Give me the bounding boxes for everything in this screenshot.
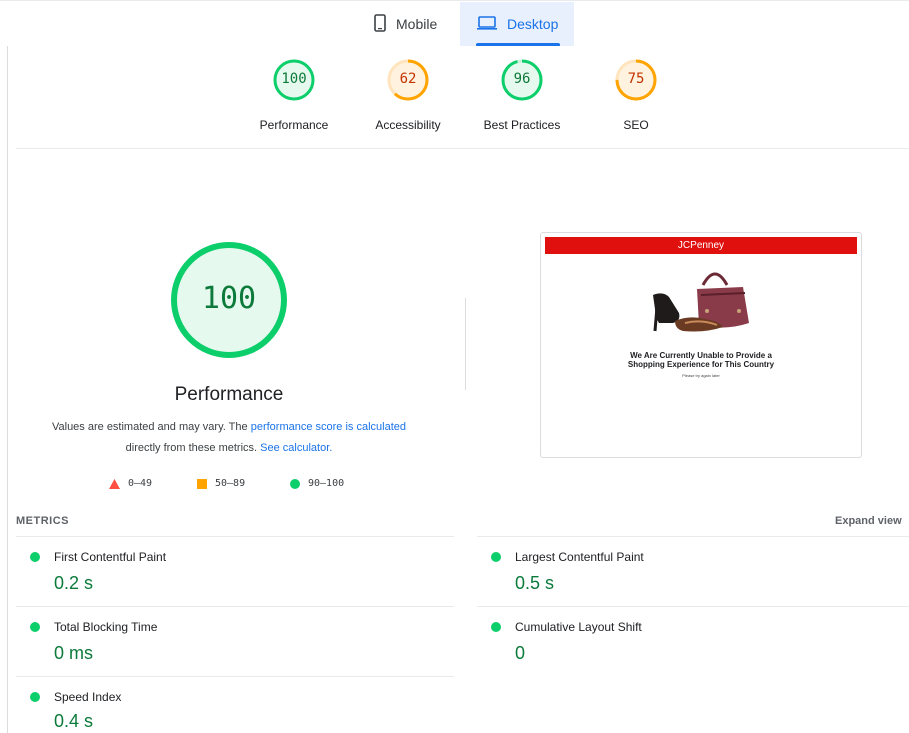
metric-lcp-value: 0.5 s bbox=[515, 573, 555, 593]
gauge-seo-score: 75 bbox=[627, 71, 645, 87]
green-circle-icon bbox=[290, 478, 300, 489]
performance-title: Performance bbox=[174, 384, 284, 405]
metrics-rule bbox=[477, 606, 909, 607]
gauge-accessibility[interactable]: 62 bbox=[386, 58, 430, 107]
tab-desktop[interactable]: Desktop bbox=[460, 2, 574, 46]
tab-mobile[interactable]: Mobile bbox=[374, 2, 456, 46]
metric-tbt-name: Total Blocking Time bbox=[54, 620, 158, 634]
orange-square-icon bbox=[197, 478, 207, 489]
phone-icon bbox=[374, 13, 386, 35]
gauge-accessibility-label: Accessibility bbox=[375, 118, 441, 132]
screenshot-heading-2: Shopping Experience for This Country bbox=[627, 360, 775, 369]
metrics-rule bbox=[16, 536, 454, 537]
metric-cls-name: Cumulative Layout Shift bbox=[515, 620, 642, 634]
performance-score: 100 bbox=[201, 281, 257, 316]
performance-gauge: 100 bbox=[170, 241, 288, 359]
red-triangle-icon bbox=[109, 478, 120, 489]
legend-pass: 90–100 bbox=[290, 478, 344, 489]
expand-view-button[interactable]: Expand view bbox=[835, 515, 902, 527]
pass-dot-icon bbox=[30, 552, 40, 562]
gauge-best-practices-score: 96 bbox=[513, 71, 531, 87]
pass-dot-icon bbox=[491, 552, 501, 562]
tab-mobile-label: Mobile bbox=[396, 16, 438, 32]
metrics-header: METRICS bbox=[16, 515, 69, 527]
metric-tbt-value: 0 ms bbox=[54, 643, 94, 663]
pass-dot-icon bbox=[30, 622, 40, 632]
gauge-accessibility-score: 62 bbox=[399, 71, 417, 87]
gauge-performance-label: Performance bbox=[259, 118, 329, 132]
score-calculated-link[interactable]: performance score is calculated bbox=[251, 421, 406, 433]
legend-fail: 0–49 bbox=[109, 478, 152, 489]
shoes-and-handbag-image bbox=[653, 272, 749, 332]
left-rule bbox=[7, 46, 8, 733]
gauge-performance-score: 100 bbox=[281, 71, 307, 87]
metrics-rule bbox=[16, 676, 454, 677]
metric-lcp-name: Largest Contentful Paint bbox=[515, 550, 644, 564]
metric-si-name: Speed Index bbox=[54, 690, 122, 704]
pass-dot-icon bbox=[491, 622, 501, 632]
laptop-icon bbox=[477, 15, 497, 33]
metric-si-value: 0.4 s bbox=[54, 711, 94, 731]
pass-dot-icon bbox=[30, 692, 40, 702]
metric-cls-value: 0 bbox=[515, 643, 526, 663]
tab-desktop-label: Desktop bbox=[507, 16, 559, 32]
see-calculator-link[interactable]: See calculator. bbox=[260, 442, 332, 454]
gauge-performance[interactable]: 100 bbox=[272, 58, 316, 107]
legend-average: 50–89 bbox=[197, 478, 245, 489]
metric-fcp-value: 0.2 s bbox=[54, 573, 94, 593]
final-screenshot[interactable]: JCPenney We Are Currently Unable to Prov… bbox=[540, 232, 862, 458]
screenshot-brand-bar: JCPenney bbox=[545, 237, 857, 254]
top-border bbox=[0, 0, 909, 1]
metrics-rule bbox=[477, 536, 909, 537]
summary-separator bbox=[16, 148, 909, 149]
gauge-best-practices[interactable]: 96 bbox=[500, 58, 544, 107]
metrics-rule bbox=[16, 606, 454, 607]
tab-selected-indicator bbox=[476, 43, 560, 46]
gauge-best-practices-label: Best Practices bbox=[483, 118, 561, 132]
screenshot-subtext: Please try again later bbox=[682, 373, 720, 378]
gauge-seo-label: SEO bbox=[623, 118, 649, 132]
gauge-seo[interactable]: 75 bbox=[614, 58, 658, 107]
metric-fcp-name: First Contentful Paint bbox=[54, 550, 167, 564]
performance-description: Values are estimated and may vary. The p… bbox=[51, 421, 406, 454]
vertical-divider bbox=[465, 298, 466, 390]
